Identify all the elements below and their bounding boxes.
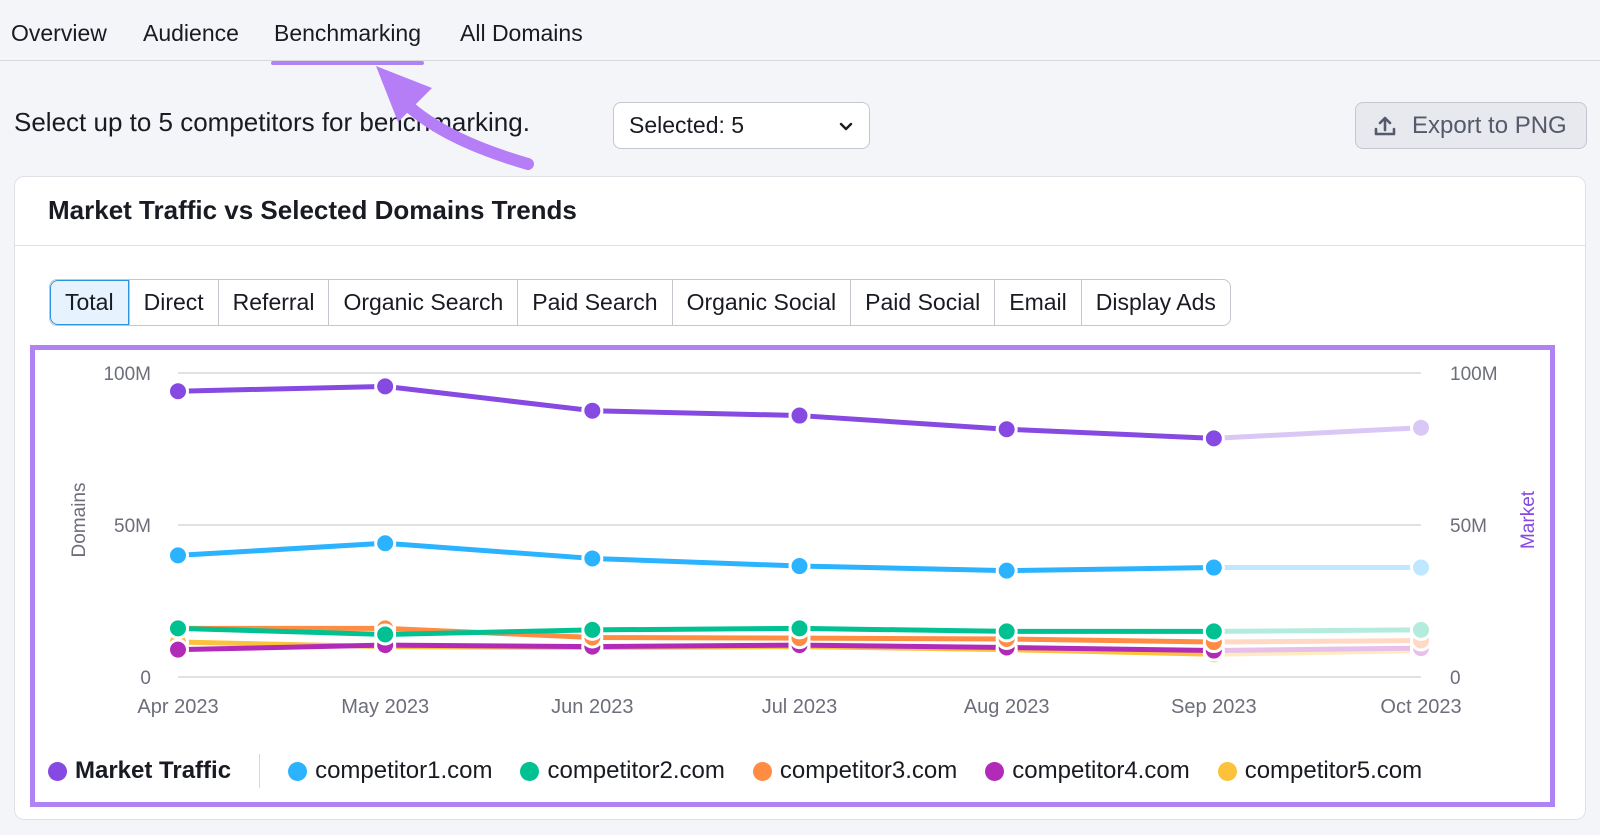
legend-dot xyxy=(985,761,1005,781)
legend-dot xyxy=(1217,761,1237,781)
legend-item-competitor2[interactable]: competitor2.com xyxy=(520,757,725,785)
legend-dot xyxy=(752,761,772,781)
legend-label: competitor3.com xyxy=(779,757,958,784)
legend-label: Market Traffic xyxy=(75,757,232,784)
legend-dot xyxy=(288,761,308,781)
legend-label: competitor2.com xyxy=(547,757,725,784)
legend-label: competitor5.com xyxy=(1244,757,1423,784)
chart-highlight-box xyxy=(30,345,1555,807)
legend-item-competitor1[interactable]: competitor1.com xyxy=(288,757,492,785)
legend-label: competitor1.com xyxy=(315,757,493,784)
legend-label: competitor4.com xyxy=(1012,757,1190,784)
legend-item-competitor3[interactable]: competitor3.com xyxy=(752,757,958,785)
legend-item-competitor5[interactable]: competitor5.com xyxy=(1217,757,1423,785)
legend-dot xyxy=(48,761,67,781)
legend-divider xyxy=(259,754,261,788)
chart-legend: Market Traffic competitor1.com competito… xyxy=(48,754,1450,788)
legend-item-competitor4[interactable]: competitor4.com xyxy=(985,757,1190,785)
legend-dot xyxy=(520,761,540,781)
legend-item-market-traffic[interactable]: Market Traffic xyxy=(48,757,231,785)
